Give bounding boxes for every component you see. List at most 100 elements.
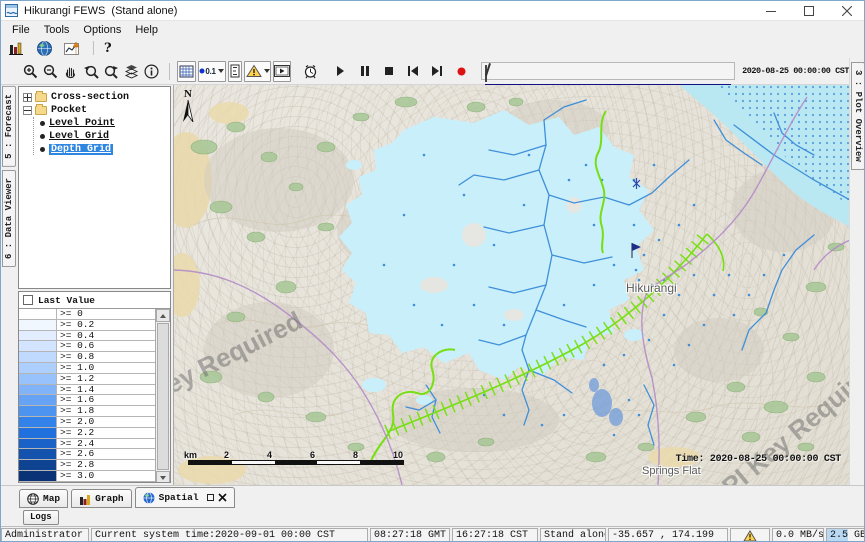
pause-button[interactable] (355, 61, 373, 82)
zoom-previous-icon[interactable] (82, 61, 100, 82)
legend-row[interactable]: >= 0.2 (19, 320, 155, 331)
logs-button[interactable]: Logs (23, 510, 59, 525)
menu-tools[interactable]: Tools (37, 23, 77, 37)
legend-row[interactable]: >= 3.2 (19, 482, 155, 483)
timeseries-chart-icon[interactable] (61, 39, 83, 57)
legend-swatch (19, 331, 57, 341)
menu-options[interactable]: Options (76, 23, 128, 37)
last-value-checkbox[interactable] (23, 295, 33, 305)
spatial-close-button[interactable] (218, 493, 227, 502)
time-slider[interactable] (481, 62, 736, 80)
zoom-next-icon[interactable] (102, 61, 120, 82)
tab-plot-overview[interactable]: 3 : Plot Overview (851, 62, 865, 170)
grid-display-icon[interactable] (177, 61, 195, 82)
legend-value-label: >= 3.0 (57, 471, 155, 481)
tree-item-level-point[interactable]: Level Point (38, 117, 170, 129)
step-back-button[interactable] (404, 61, 422, 82)
database-icon[interactable] (5, 39, 27, 57)
legend-value-label: >= 1.6 (57, 395, 155, 405)
menu-help[interactable]: Help (128, 23, 165, 37)
toolbar-separator (93, 41, 94, 55)
main-toolbar: ? (1, 38, 865, 58)
legend-scrollbar[interactable] (155, 309, 170, 483)
folder-icon (35, 106, 47, 115)
tree-item-cross-section[interactable]: Cross-section (23, 91, 170, 103)
tab-spatial[interactable]: Spatial (135, 487, 235, 508)
tree-item-depth-grid[interactable]: Depth Grid (38, 143, 170, 155)
legend-row[interactable]: >= 2.2 (19, 428, 155, 439)
status-gmt-time: 08:27:18 GMT (370, 528, 450, 542)
help-button[interactable]: ? (104, 41, 112, 56)
globe-icon[interactable] (33, 39, 55, 57)
warning-triangle-icon (246, 64, 262, 78)
scale-tick: 8 (353, 450, 358, 460)
chevron-down-icon (264, 69, 270, 73)
legend-swatch (19, 406, 57, 416)
info-icon[interactable] (142, 61, 160, 82)
legend-toggle-icon[interactable] (228, 61, 243, 82)
window-title: Hikurangi FEWS (Stand alone) (24, 5, 177, 17)
legend-value-label: >= 2.0 (57, 417, 155, 427)
minimize-button[interactable] (752, 1, 790, 20)
tab-graph-label: Graph (95, 493, 124, 504)
zoom-in-icon[interactable] (21, 61, 39, 82)
scroll-down-button[interactable] (156, 471, 170, 483)
step-forward-button[interactable] (428, 61, 446, 82)
legend-value-label: >= 2.2 (57, 428, 155, 438)
tab-graph[interactable]: Graph (71, 489, 132, 508)
menu-file[interactable]: File (5, 23, 37, 37)
record-button[interactable] (452, 61, 470, 82)
map-rendering (174, 85, 849, 485)
legend-value-label: >= 2.8 (57, 460, 155, 470)
tab-forecast[interactable]: 5 : Forecast (2, 86, 16, 167)
legend-swatch (19, 471, 57, 481)
tree-item-pocket[interactable]: Pocket (23, 104, 170, 116)
scale-tick: 6 (310, 450, 315, 460)
legend-swatch (19, 439, 57, 449)
scale-tick: 4 (267, 450, 272, 460)
legend-swatch (19, 385, 57, 395)
node-bullet-icon (40, 134, 45, 139)
legend-swatch (19, 449, 57, 459)
status-bar: Administrator Current system time:2020-0… (1, 526, 865, 542)
map-view[interactable]: N API Key Required API Key Required Hiku… (173, 85, 849, 485)
place-label-springs-flat: Springs Flat (642, 465, 701, 477)
scrollbar-thumb[interactable] (157, 323, 169, 470)
app-window: Hikurangi FEWS (Stand alone) File Tools … (0, 0, 865, 542)
expand-icon[interactable] (23, 93, 32, 102)
tree-item-label-selected: Depth Grid (49, 144, 113, 155)
tab-map-label: Map (43, 493, 60, 504)
legend-value-label: >= 2.4 (57, 439, 155, 449)
legend-value-label: >= 1.4 (57, 385, 155, 395)
play-button[interactable] (331, 61, 349, 82)
app-logo-icon (5, 4, 18, 17)
scroll-up-button[interactable] (156, 309, 170, 322)
layers-icon[interactable] (122, 61, 140, 82)
legend-swatch (19, 417, 57, 427)
time-slider-handle[interactable] (485, 63, 491, 76)
animation-clock-icon[interactable] (301, 61, 319, 82)
pan-hand-icon[interactable] (61, 61, 79, 82)
status-warning-cell[interactable] (730, 528, 770, 542)
legend-row[interactable]: >= 1.2 (19, 374, 155, 385)
tab-map[interactable]: Map (19, 489, 68, 508)
interval-dropdown[interactable]: 0.1 (198, 61, 226, 82)
legend-swatch (19, 395, 57, 405)
spatial-maximize-button[interactable] (207, 494, 214, 501)
warnings-dropdown[interactable] (244, 61, 270, 82)
tree-item-level-grid[interactable]: Level Grid (38, 130, 170, 142)
maximize-button[interactable] (790, 1, 828, 20)
time-slider-track[interactable] (485, 65, 487, 82)
close-button[interactable] (828, 1, 865, 20)
stop-button[interactable] (380, 61, 398, 82)
legend-swatch (19, 341, 57, 351)
legend-value-label: >= 0.2 (57, 320, 155, 330)
legend-swatch (19, 320, 57, 330)
tree-children: Level Point Level Grid Depth Grid (33, 117, 170, 155)
zoom-out-icon[interactable] (41, 61, 59, 82)
collapse-icon[interactable] (23, 106, 32, 115)
movie-player-icon[interactable] (273, 61, 291, 82)
tab-data-viewer[interactable]: 6 : Data Viewer (2, 170, 16, 267)
status-memory: 2.5 GB (826, 528, 865, 542)
logs-row: Logs (1, 508, 865, 526)
